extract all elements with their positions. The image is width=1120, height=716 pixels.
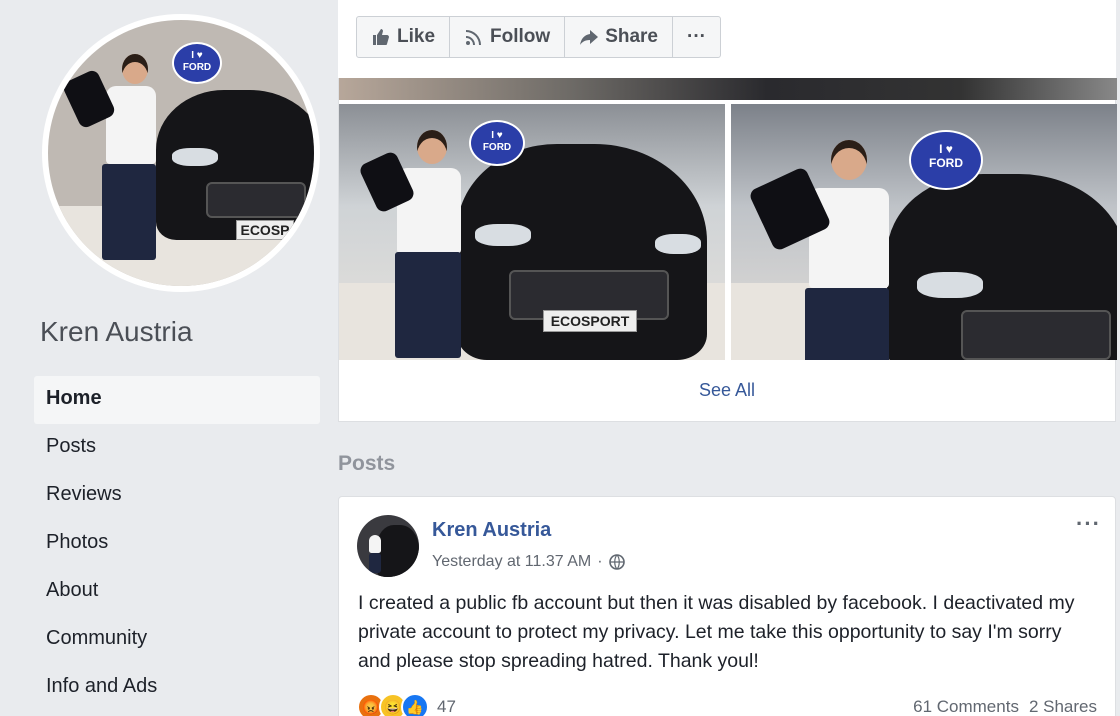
posts-heading: Posts: [338, 452, 396, 475]
meta-separator: ·: [597, 553, 603, 570]
thumbs-up-icon: [373, 29, 389, 45]
nav-item-info-and-ads[interactable]: Info and Ads: [34, 664, 320, 712]
share-button[interactable]: Share: [565, 17, 673, 57]
nav-item-posts[interactable]: Posts: [34, 424, 320, 472]
action-buttons: Like Follow Share ···: [356, 16, 721, 58]
shares-count-link[interactable]: 2 Shares: [1029, 697, 1097, 716]
post-timestamp[interactable]: Yesterday at 11.37 AM: [432, 553, 591, 571]
nav-item-community[interactable]: Community: [34, 616, 320, 664]
nav-item-reviews[interactable]: Reviews: [34, 472, 320, 520]
photo-strip[interactable]: [339, 78, 1117, 100]
profile-plate: ECOSP: [236, 220, 294, 240]
like-button[interactable]: Like: [357, 17, 451, 57]
post-author-name[interactable]: Kren Austria: [432, 519, 551, 542]
reaction-count: 47: [437, 697, 456, 716]
nav-item-home[interactable]: Home: [34, 376, 320, 424]
photo-thumbnail[interactable]: I ♥ FORD: [731, 104, 1117, 360]
follow-label: Follow: [490, 26, 551, 47]
like-reaction-icon: 👍: [401, 693, 429, 716]
follow-button[interactable]: Follow: [450, 17, 566, 57]
photo-thumbnail[interactable]: ECOSPORT I ♥ FORD: [339, 104, 725, 360]
profile-picture[interactable]: ECOSP I ♥ FORD: [42, 14, 320, 292]
post-text: I created a public fb account but then i…: [358, 592, 1075, 672]
reactions-summary[interactable]: 😡 😆 👍 47: [357, 693, 456, 716]
globe-icon[interactable]: [608, 554, 625, 570]
profile-picture-image: ECOSP I ♥ FORD: [48, 20, 314, 286]
like-label: Like: [397, 26, 436, 47]
post-options-button[interactable]: ···: [1076, 511, 1101, 537]
more-options-button[interactable]: ···: [673, 17, 720, 57]
see-all-photos-link[interactable]: See All: [339, 380, 1115, 401]
post-stats: 61 Comments 2 Shares: [913, 697, 1097, 716]
nav-item-photos[interactable]: Photos: [34, 520, 320, 568]
page-name: Kren Austria: [40, 316, 193, 347]
share-label: Share: [605, 26, 658, 47]
page-action-bar: Like Follow Share ···: [338, 0, 1116, 80]
photos-card: ECOSPORT I ♥ FORD I ♥ FORD See All: [338, 78, 1117, 422]
more-options-label: ···: [687, 26, 706, 47]
photo-plate: ECOSPORT: [543, 310, 637, 332]
rss-icon: [466, 30, 482, 45]
post-meta: Yesterday at 11.37 AM ·: [432, 553, 625, 571]
share-arrow-icon: [580, 30, 599, 45]
page-nav: Home Posts Reviews Photos About Communit…: [34, 376, 320, 712]
comments-count-link[interactable]: 61 Comments: [913, 697, 1019, 716]
nav-item-about[interactable]: About: [34, 568, 320, 616]
post-author-avatar[interactable]: [357, 515, 419, 577]
post-card: Kren Austria Yesterday at 11.37 AM · ···…: [338, 496, 1116, 716]
